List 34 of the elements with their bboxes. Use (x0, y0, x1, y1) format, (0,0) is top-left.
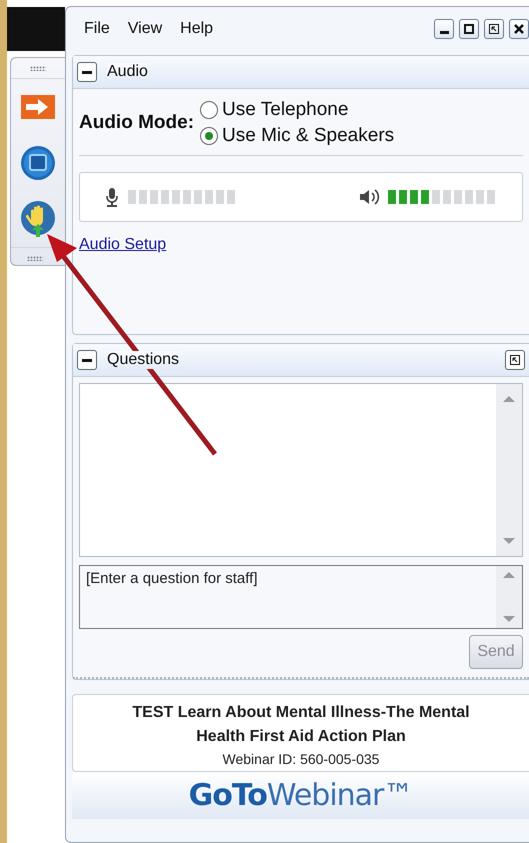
close-button[interactable] (509, 19, 529, 39)
webinar-id: Webinar ID: 560-005-035 (222, 751, 380, 767)
audio-mode-label: Audio Mode: (79, 112, 194, 134)
panel-title: Questions (107, 351, 180, 369)
radio-button[interactable] (200, 101, 218, 119)
product-logo: GoToWebinar™ (72, 772, 529, 819)
screen-button[interactable] (20, 143, 56, 183)
menu-item[interactable]: View (120, 18, 170, 40)
microphone-icon (104, 187, 120, 207)
hand-icon (20, 200, 56, 238)
menu-item[interactable]: Help (172, 18, 222, 40)
scrollbar[interactable] (496, 384, 522, 556)
radio-option[interactable]: Use Mic & Speakers (200, 125, 394, 147)
collapse-button[interactable] (77, 62, 97, 82)
collapse-button[interactable] (77, 350, 97, 370)
speaker-icon (358, 187, 380, 207)
minimize-icon (440, 31, 448, 34)
popout-icon (488, 23, 500, 35)
audio-setup-link[interactable]: Audio Setup (79, 236, 166, 254)
close-icon (513, 23, 525, 35)
popout-button[interactable] (505, 350, 525, 370)
grip-handle[interactable] (30, 66, 46, 70)
webinar-title: TEST Learn About Mental Illness-The Mental Health First Aid Action Plan (131, 703, 471, 747)
radio-button[interactable] (200, 127, 218, 145)
radio-option[interactable]: Use Telephone (200, 99, 394, 121)
maximize-button[interactable] (459, 19, 479, 39)
dark-area (7, 7, 65, 51)
raise-hand-button[interactable] (20, 199, 56, 239)
popout-button[interactable] (484, 19, 504, 39)
menu-item[interactable]: File (76, 18, 118, 40)
grip-handle[interactable] (27, 256, 43, 261)
popout-icon (509, 354, 521, 366)
minimize-button[interactable] (434, 19, 454, 39)
maximize-icon (463, 23, 475, 35)
